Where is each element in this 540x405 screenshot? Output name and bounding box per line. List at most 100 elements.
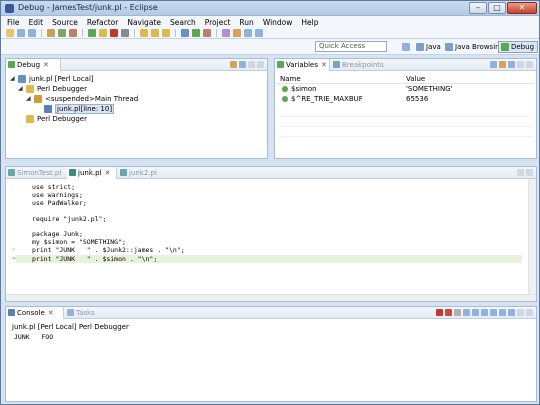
eclipse-logo-icon [5, 4, 14, 13]
close-button[interactable]: ✕ [507, 2, 537, 14]
collapse-all-icon[interactable] [499, 61, 506, 68]
expanded-arrow-icon[interactable]: ◢ [18, 84, 24, 94]
save-all-icon[interactable] [28, 29, 36, 37]
console-output[interactable]: JUNK FOO [14, 333, 53, 341]
eclipse-window: Debug - JamesTest/junk.pl - Eclipse – □ … [0, 0, 540, 405]
menu-edit[interactable]: Edit [29, 18, 44, 27]
perspective-java-label: Java [426, 43, 441, 51]
tab-breakpoints[interactable]: Breakpoints [331, 59, 384, 71]
run-icon[interactable] [192, 29, 200, 37]
table-row[interactable]: $simon 'SOMETHING' [277, 84, 534, 94]
terminate-icon[interactable] [436, 309, 443, 316]
terminate-icon[interactable] [110, 29, 118, 37]
code-line: use strict; [32, 183, 76, 191]
maximize-view-icon[interactable] [526, 169, 533, 176]
step-over-icon[interactable] [151, 29, 159, 37]
collapse-all-icon[interactable] [230, 61, 237, 68]
display-console-icon[interactable] [508, 309, 515, 316]
menu-help[interactable]: Help [301, 18, 318, 27]
code-line: print "JUNK " . $Junk2::james . "\n"; [32, 246, 185, 254]
suspend-icon[interactable] [99, 29, 107, 37]
editor-horizontal-scrollbar[interactable] [6, 294, 536, 301]
variable-icon [282, 86, 288, 92]
clear-console-icon[interactable] [463, 309, 470, 316]
resume-icon[interactable] [88, 29, 96, 37]
perspective-java[interactable]: Java [413, 41, 445, 53]
menu-search[interactable]: Search [170, 18, 196, 27]
variable-name: $^RE_TRIE_MAXBUF [291, 95, 363, 103]
menu-run[interactable]: Run [239, 18, 253, 27]
menu-file[interactable]: File [7, 18, 20, 27]
debug-run-icon[interactable] [181, 29, 189, 37]
save-icon[interactable] [17, 29, 25, 37]
minimize-view-icon[interactable] [248, 61, 255, 68]
minimize-button[interactable]: – [469, 2, 487, 14]
perspective-debug[interactable]: Debug [498, 41, 539, 53]
variable-icon [282, 96, 288, 102]
pin-console-icon[interactable] [499, 309, 506, 316]
close-tab-icon[interactable]: ✕ [48, 309, 54, 317]
forward-icon[interactable] [255, 29, 263, 37]
skip-breakpoints-icon[interactable] [69, 29, 77, 37]
tab-simontest[interactable]: SimonTest.pl [6, 167, 66, 179]
tab-junk2-label: junk2.pl [129, 169, 157, 177]
editor-vertical-scrollbar[interactable] [528, 179, 536, 301]
external-tools-icon[interactable] [203, 29, 211, 37]
show-type-names-icon[interactable] [490, 61, 497, 68]
back-icon[interactable] [244, 29, 252, 37]
menu-window[interactable]: Window [263, 18, 293, 27]
tab-tasks-label: Tasks [76, 309, 95, 317]
minimize-view-icon[interactable] [517, 309, 524, 316]
table-row[interactable]: $^RE_TRIE_MAXBUF 65536 [277, 94, 534, 104]
view-menu-icon[interactable] [239, 61, 246, 68]
code-line: require "junk2.pl"; [32, 215, 107, 223]
tab-debug[interactable]: Debug ✕ [6, 59, 61, 71]
code-area[interactable]: ⚠ ⇨ use strict; use warnings; use PadWal… [6, 181, 536, 301]
tab-simontest-label: SimonTest.pl [17, 169, 62, 177]
minimize-view-icon[interactable] [517, 169, 524, 176]
menu-refactor[interactable]: Refactor [87, 18, 118, 27]
open-type-icon[interactable] [47, 29, 55, 37]
disconnect-icon[interactable] [121, 29, 129, 37]
maximize-view-icon[interactable] [257, 61, 264, 68]
new-class-icon[interactable] [222, 29, 230, 37]
maximize-button[interactable]: □ [488, 2, 506, 14]
tab-junk2[interactable]: junk2.pl [118, 167, 163, 179]
code-line: package Junk; [32, 230, 83, 238]
tab-variables[interactable]: Variables ✕ [275, 59, 330, 71]
maximize-view-icon[interactable] [526, 61, 533, 68]
show-on-error-icon[interactable] [490, 309, 497, 316]
menu-source[interactable]: Source [52, 18, 78, 27]
maximize-view-icon[interactable] [526, 309, 533, 316]
menu-project[interactable]: Project [205, 18, 231, 27]
tree-item-label: Perl Debugger [37, 115, 87, 123]
step-into-icon[interactable] [140, 29, 148, 37]
editor-view: SimonTest.pl junk.pl ✕ junk2.pl ⚠ ⇨ use s… [5, 166, 537, 302]
scroll-lock-icon[interactable] [472, 309, 479, 316]
main-toolbar [1, 28, 539, 39]
open-task-icon[interactable] [58, 29, 66, 37]
new-icon[interactable] [6, 29, 14, 37]
stack-frame-icon [44, 105, 52, 113]
view-menu-icon[interactable] [508, 61, 515, 68]
step-return-icon[interactable] [162, 29, 170, 37]
remove-all-icon[interactable] [454, 309, 461, 316]
remove-launch-icon[interactable] [445, 309, 452, 316]
column-name-header[interactable]: Name [277, 74, 403, 83]
show-on-output-icon[interactable] [481, 309, 488, 316]
tab-junk[interactable]: junk.pl ✕ [67, 167, 117, 179]
expanded-arrow-icon[interactable]: ◢ [26, 94, 32, 104]
close-tab-icon[interactable]: ✕ [43, 61, 49, 69]
search-toolbar-icon[interactable] [233, 29, 241, 37]
close-tab-icon[interactable]: ✕ [321, 61, 327, 69]
grid-line [279, 126, 532, 127]
minimize-view-icon[interactable] [517, 61, 524, 68]
tab-console[interactable]: Console ✕ [6, 307, 64, 319]
column-value-header[interactable]: Value [403, 74, 425, 83]
menu-navigate[interactable]: Navigate [127, 18, 161, 27]
grid-line [279, 136, 532, 137]
close-tab-icon[interactable]: ✕ [105, 169, 111, 177]
tab-tasks[interactable]: Tasks [65, 307, 99, 319]
expanded-arrow-icon[interactable]: ◢ [10, 74, 16, 84]
quick-access-input[interactable]: Quick Access [315, 41, 387, 52]
